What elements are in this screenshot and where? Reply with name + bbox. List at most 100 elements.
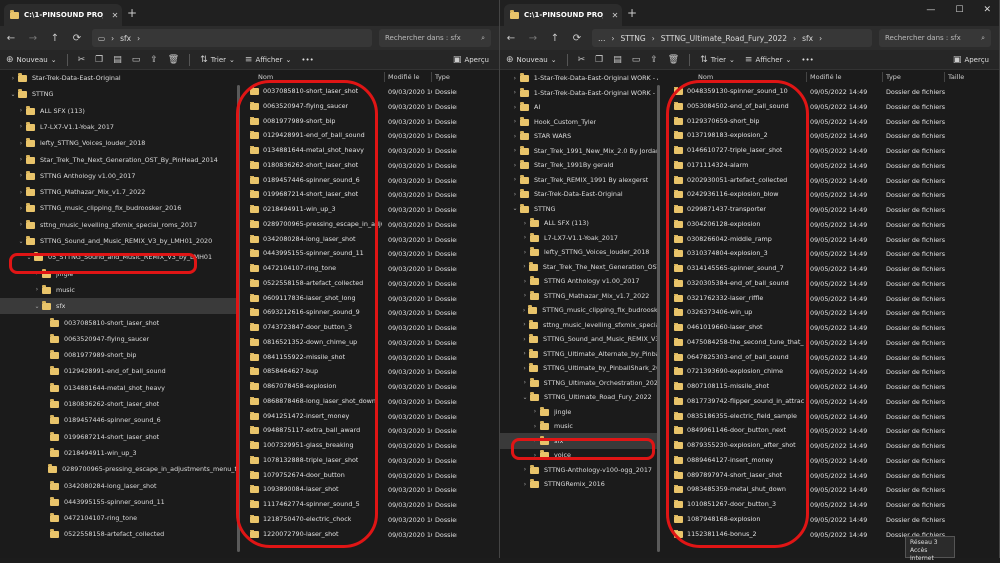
file-row[interactable]: 0889464127-insert_money 09/05/2022 14:49 D… [660, 454, 999, 469]
file-row[interactable]: 0299871437-transporter 09/05/2022 14:49 Do… [660, 203, 999, 218]
nav-item[interactable]: › jingle [0, 266, 238, 282]
file-row[interactable]: 0721393690-explosion_chime 09/05/2022 14:… [660, 365, 999, 380]
nav-item[interactable]: › STTNG_Mathazar_Mix_v1.7_2022 [0, 184, 238, 200]
file-row[interactable]: 0461019660-laser_shot 09/05/2022 14:49 Dos… [660, 321, 999, 336]
copy-icon[interactable]: ❐ [595, 55, 603, 65]
file-row[interactable]: 1220072790-laser_shot 09/03/2020 10:25Dos… [240, 528, 499, 543]
cut-icon[interactable]: ✂ [78, 55, 86, 65]
file-row[interactable]: 0522558158-artefact_collected 09/03/2020 … [240, 277, 499, 292]
back-button[interactable]: ← [500, 33, 522, 44]
share-icon[interactable]: ⇪ [650, 55, 658, 65]
preview-button[interactable]: ▣ Aperçu [453, 55, 489, 65]
new-tab-button[interactable]: + [627, 6, 637, 20]
chevron-right-icon[interactable]: › [520, 249, 530, 256]
breadcrumb-road-fury[interactable]: STTNG_Ultimate_Road_Fury_2022 [661, 34, 787, 43]
nav-item[interactable]: 0134881644-metal_shot_heavy [0, 380, 238, 396]
chevron-right-icon[interactable]: › [520, 336, 529, 343]
sort-button[interactable]: ⇅ Trier ⌄ [200, 55, 235, 65]
file-row[interactable]: 1218750470-electric_chock 09/03/2020 10:2… [240, 513, 499, 528]
file-row[interactable]: 0314145565-spinner_sound_7 09/05/2022 14:… [660, 262, 999, 277]
nav-item[interactable]: ⌄ STTNG [0, 86, 238, 102]
column-type[interactable]: Type [435, 73, 450, 81]
chevron-down-icon[interactable]: ⌄ [32, 303, 42, 310]
file-row[interactable]: 0063520947-flying_saucer 09/03/2020 10:25… [240, 100, 499, 115]
file-row[interactable]: 0941251472-insert_money 09/03/2020 10:25D… [240, 410, 499, 425]
new-tab-button[interactable]: + [127, 6, 137, 20]
up-button[interactable]: ↑ [44, 33, 66, 44]
close-tab-icon[interactable]: ✕ [108, 11, 122, 20]
file-row[interactable]: 1093890084-laser_shot 09/03/2020 10:25Dos… [240, 483, 499, 498]
column-modified[interactable]: Modifié le [810, 73, 841, 81]
file-row[interactable]: 0647825303-end_of_ball_sound 09/05/2022 1… [660, 351, 999, 366]
chevron-down-icon[interactable]: ⌄ [24, 254, 34, 261]
file-row[interactable]: 0321762332-laser_riffle 09/05/2022 14:49 D… [660, 292, 999, 307]
file-row[interactable]: 0304206128-explosion 09/05/2022 14:49 Doss… [660, 218, 999, 233]
column-name[interactable]: Nom [258, 73, 273, 81]
search-input[interactable]: Rechercher dans : sfx ⌕ [879, 29, 991, 47]
nav-item[interactable]: › STTNG Anthology v1.00_2017 [0, 168, 238, 184]
file-row[interactable]: 0171114324-alarm 09/05/2022 14:49 Dossier … [660, 159, 999, 174]
file-row[interactable]: 0289700965-pressing_escape_in_adjustm...… [240, 218, 499, 233]
file-row[interactable]: 0816521352-down_chime_up 09/03/2020 10:25… [240, 336, 499, 351]
nav-item[interactable]: 0472104107-ring_tone [0, 510, 238, 526]
nav-item[interactable]: › Star_Trek_The_Next_Generation_OST_By_Pi… [0, 152, 238, 168]
chevron-down-icon[interactable]: ⌄ [8, 91, 18, 98]
chevron-right-icon[interactable]: › [530, 452, 540, 459]
file-row[interactable]: 0867078458-explosion 09/03/2020 10:25Doss… [240, 380, 499, 395]
nav-item[interactable]: 0063520947-flying_saucer [0, 331, 238, 347]
chevron-right-icon[interactable]: › [8, 75, 18, 82]
share-icon[interactable]: ⇪ [150, 55, 158, 65]
back-button[interactable]: ← [0, 33, 22, 44]
column-size[interactable]: Taille [948, 73, 964, 81]
nav-item[interactable]: › STTNGRemix_2016 [500, 476, 658, 492]
forward-button[interactable]: → [522, 33, 544, 44]
nav-item[interactable]: 0342080284-long_laser_shot [0, 478, 238, 494]
chevron-right-icon[interactable]: › [16, 172, 26, 179]
file-row[interactable]: 0609117836-laser_shot_long 09/03/2020 10:… [240, 292, 499, 307]
chevron-right-icon[interactable]: › [510, 176, 520, 183]
paste-icon[interactable]: ▤ [113, 55, 122, 65]
file-row[interactable]: 0218494911-win_up_3 09/03/2020 10:25Dossi… [240, 203, 499, 218]
nav-item[interactable]: 0443995155-spinner_sound_11 [0, 494, 238, 510]
chevron-right-icon[interactable]: › [32, 270, 42, 277]
preview-button[interactable]: ▣ Aperçu [953, 55, 989, 65]
nav-item[interactable]: 0180836262-short_laser_shot [0, 396, 238, 412]
file-row[interactable]: 0858464627-bup 09/03/2020 10:25Dossier d [240, 365, 499, 380]
chevron-right-icon[interactable]: › [16, 140, 26, 147]
close-tab-icon[interactable]: ✕ [608, 11, 622, 20]
chevron-right-icon[interactable]: › [520, 466, 530, 473]
nav-item[interactable]: 0189457446-spinner_sound_6 [0, 412, 238, 428]
delete-icon[interactable]: 🗑 [168, 55, 179, 65]
nav-item[interactable]: 0522558158-artefact_collected [0, 526, 238, 542]
chevron-right-icon[interactable]: › [520, 278, 530, 285]
chevron-right-icon[interactable]: › [510, 162, 520, 169]
new-button[interactable]: ⊕ Nouveau ⌄ [506, 55, 557, 65]
file-row[interactable]: 0189457446-spinner_sound_6 09/03/2020 10:… [240, 174, 499, 189]
chevron-right-icon[interactable]: › [520, 307, 528, 314]
rename-icon[interactable]: ▭ [132, 55, 141, 65]
nav-item[interactable]: 0218494911-win_up_3 [0, 445, 238, 461]
file-row[interactable]: 0134881644-metal_shot_heavy 09/03/2020 10… [240, 144, 499, 159]
column-type[interactable]: Type [886, 73, 901, 81]
chevron-right-icon[interactable]: › [520, 263, 529, 270]
nav-item[interactable]: › sttng_music_levelling_sfxmix_special_ro… [0, 217, 238, 233]
breadcrumb-sfx[interactable]: sfx [802, 34, 813, 43]
chevron-right-icon[interactable]: › [16, 123, 26, 130]
file-row[interactable]: 0146610727-triple_laser_shot 09/05/2022 1… [660, 144, 999, 159]
nav-item[interactable]: 0199687214-short_laser_shot [0, 429, 238, 445]
chevron-right-icon[interactable]: › [510, 75, 520, 82]
rename-icon[interactable]: ▭ [632, 55, 641, 65]
minimize-icon[interactable]: — [926, 5, 935, 15]
nav-item[interactable]: ⌄ STTNG_Sound_and_Music_REMIX_V3_by_LMH01… [0, 233, 238, 249]
chevron-down-icon[interactable]: ⌄ [16, 238, 26, 245]
file-row[interactable]: 0081977989-short_bip 09/03/2020 10:25Doss… [240, 115, 499, 130]
file-row[interactable]: 1010851267-door_button_3 09/05/2022 14:49… [660, 498, 999, 513]
cut-icon[interactable]: ✂ [578, 55, 586, 65]
refresh-button[interactable]: ⟳ [66, 33, 88, 44]
chevron-down-icon[interactable]: ⌄ [510, 205, 520, 212]
chevron-down-icon[interactable]: ⌄ [520, 394, 530, 401]
file-row[interactable]: 0693212616-spinner_sound_9 09/03/2020 10:… [240, 306, 499, 321]
file-row[interactable]: 0129370659-short_bip 09/05/2022 14:49 Doss… [660, 115, 999, 130]
chevron-right-icon[interactable]: › [16, 189, 26, 196]
nav-item[interactable]: 0037085810-short_laser_shot [0, 315, 238, 331]
